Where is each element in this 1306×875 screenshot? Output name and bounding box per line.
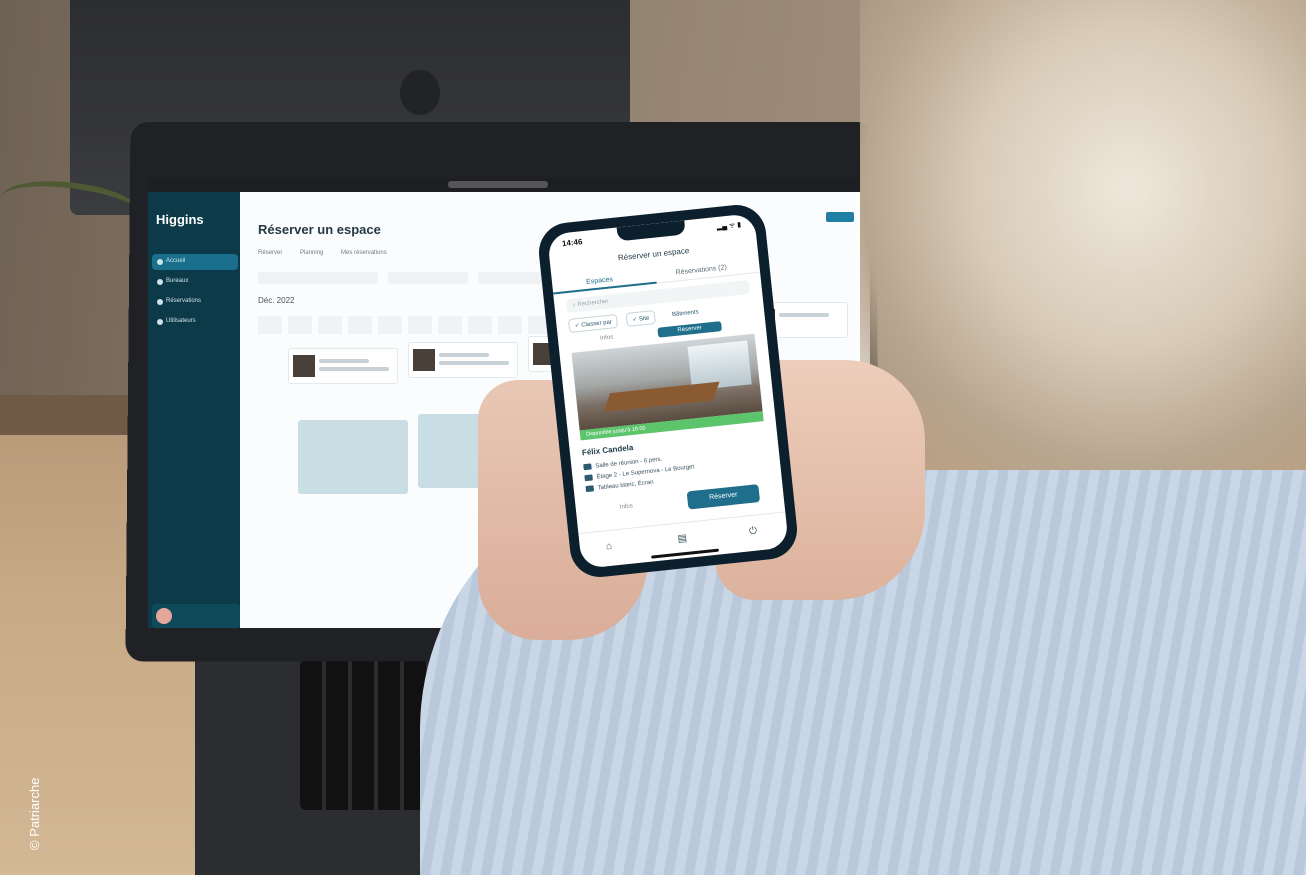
status-time: 14:46 [561,237,583,249]
status-icons: ▂▄ ᯤ ▮ [716,221,742,231]
user-profile[interactable] [152,604,240,628]
infos-link[interactable]: Infos [600,334,614,341]
home-icon[interactable]: ⌂ [605,541,612,553]
bottom-nav: ⌂ ▤ ⏻ [578,511,789,569]
filter-dropdown[interactable] [388,272,468,284]
room-name: Félix Candela [581,442,634,458]
reserve-button-previous[interactable]: Réserver [657,321,723,338]
buildings-chip[interactable]: Bâtiments [665,305,705,323]
sidebar-item-home[interactable]: Accueil [152,254,238,270]
sidebar-item-offices[interactable]: Bureaux [152,274,238,290]
avatar [156,608,172,624]
page-title: Réserver un espace [258,222,381,237]
infos-link[interactable]: Infos [620,503,634,510]
calendar-month: Déc. 2022 [258,296,295,305]
screen-icon [585,485,595,493]
sidebar-item-reservations[interactable]: Réservations [152,294,238,310]
apple-logo [400,70,440,115]
room-card[interactable] [408,342,518,378]
sort-chip[interactable]: ✓ Classer par [567,313,619,333]
browser-bar [148,178,870,192]
smartphone: 14:46 ▂▄ ᯤ ▮ Réserver un espace Espaces … [536,202,800,580]
room-equipment: Tableau blanc, Écran [585,479,654,493]
url-bar[interactable] [448,181,548,188]
tabs: Réserver Planning Mes réservations [258,250,403,256]
site-chip[interactable]: ✓ Site [625,309,656,327]
app-sidebar: Higgins Accueil Bureaux Réservations Uti… [148,192,240,628]
tab-reserve[interactable]: Réserver [258,250,282,256]
sidebar-item-users[interactable]: Utilisateurs [152,314,238,330]
booking-slot[interactable] [298,420,408,494]
primary-button[interactable] [826,212,854,222]
phone-notch [616,220,686,242]
photo-credit: © Patriarche [27,777,42,850]
app-logo: Higgins [156,212,204,227]
person-hair [860,0,1306,470]
people-icon [583,463,592,471]
tab-planning[interactable]: Planning [300,250,323,256]
search-input[interactable] [258,272,378,284]
room-table [603,381,720,412]
phone-screen: 14:46 ▂▄ ᯤ ▮ Réserver un espace Espaces … [547,213,789,569]
room-card[interactable] [288,348,398,384]
tab-my-reservations[interactable]: Mes réservations [341,250,387,256]
tab-spaces[interactable]: Espaces [586,276,613,286]
power-icon[interactable]: ⏻ [749,525,758,537]
photo: Higgins Accueil Bureaux Réservations Uti… [0,0,1306,875]
tab-reservations[interactable]: Réservations (2) [675,264,727,276]
reserve-button[interactable]: Réserver [686,484,761,510]
building-icon [584,474,593,482]
calendar-icon[interactable]: ▤ [677,533,688,545]
